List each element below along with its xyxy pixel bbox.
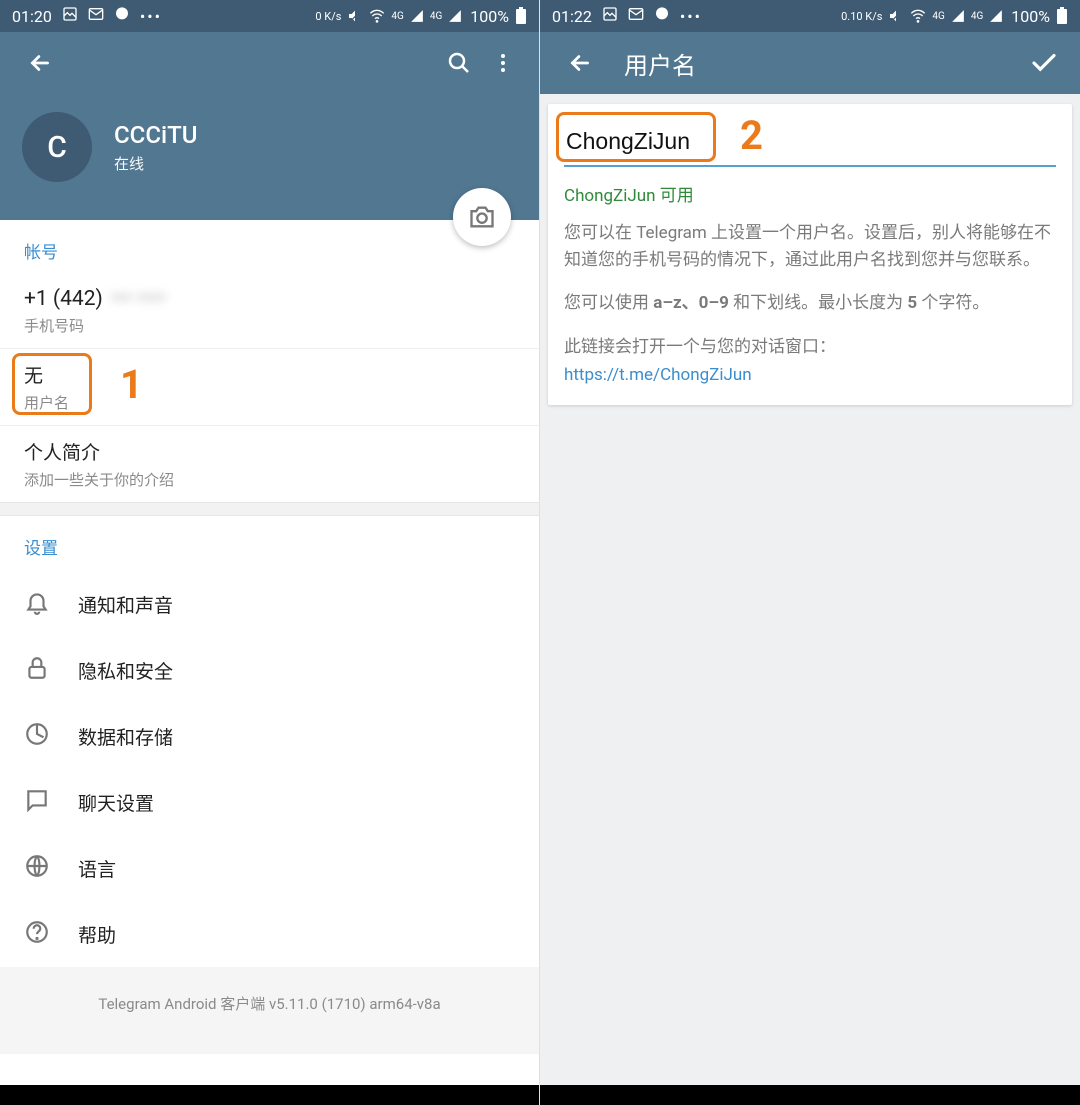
search-button[interactable] — [437, 41, 481, 85]
android-nav-bar — [540, 1085, 1080, 1105]
wifi-icon — [910, 8, 926, 24]
globe-icon — [24, 853, 50, 883]
signal-icon-2 — [989, 9, 1003, 23]
net-speed: 0.10 K/s — [841, 11, 882, 22]
settings-label: 数据和存储 — [78, 723, 173, 750]
status-bar: 01:20 ••• 0 K/s 4G 4G 100% — [0, 0, 539, 32]
settings-help[interactable]: 帮助 — [0, 901, 539, 967]
confirm-button[interactable] — [1022, 41, 1066, 85]
mute-icon — [347, 8, 363, 24]
info-text-1: 您可以在 Telegram 上设置一个用户名。设置后，别人将能够在不知道您的手机… — [564, 220, 1056, 274]
wifi-icon — [369, 8, 385, 24]
phone-prefix: +1 (442) — [24, 287, 103, 311]
phone-number-row[interactable]: +1 (442) ••• •••• 手机号码 — [0, 275, 539, 349]
settings-scroll[interactable]: 帐号 +1 (442) ••• •••• 手机号码 无 用户名 1 个人简介 添… — [0, 220, 539, 1085]
username-card: 2 ChongZiJun 可用 您可以在 Telegram 上设置一个用户名。设… — [548, 104, 1072, 405]
bio-caption: 添加一些关于你的介绍 — [24, 469, 515, 490]
hangouts-icon — [654, 6, 670, 26]
profile-link[interactable]: https://t.me/ChongZiJun — [564, 365, 752, 385]
signal-4g-2: 4G — [430, 11, 442, 22]
username-row[interactable]: 无 用户名 1 — [0, 349, 539, 426]
phone-hidden: ••• •••• — [111, 287, 166, 311]
section-header-settings: 设置 — [0, 516, 539, 571]
status-time: 01:20 — [12, 7, 52, 26]
settings-label: 隐私和安全 — [78, 657, 173, 684]
version-footer: Telegram Android 客户端 v5.11.0 (1710) arm6… — [0, 967, 539, 1054]
net-speed: 0 K/s — [315, 11, 341, 22]
gallery-icon — [62, 6, 78, 26]
username-value: 无 — [24, 361, 515, 388]
signal-4g-1: 4G — [932, 11, 944, 22]
android-nav-bar — [0, 1085, 539, 1105]
more-menu-button[interactable] — [481, 41, 525, 85]
hangouts-icon — [114, 6, 130, 26]
signal-icon-1 — [951, 9, 965, 23]
bio-label: 个人简介 — [24, 438, 515, 465]
settings-language[interactable]: 语言 — [0, 835, 539, 901]
mail-icon — [628, 6, 644, 26]
page-title: 用户名 — [624, 46, 696, 81]
profile-status: 在线 — [114, 153, 197, 174]
settings-chat[interactable]: 聊天设置 — [0, 769, 539, 835]
status-bar: 01:22 ••• 0.10 K/s 4G 4G 100% — [540, 0, 1080, 32]
settings-data[interactable]: 数据和存储 — [0, 703, 539, 769]
status-time: 01:22 — [552, 7, 592, 26]
change-photo-button[interactable] — [453, 188, 511, 246]
back-button[interactable] — [18, 41, 62, 85]
settings-privacy[interactable]: 隐私和安全 — [0, 637, 539, 703]
username-caption: 用户名 — [24, 392, 515, 413]
chat-icon — [24, 787, 50, 817]
availability-text: ChongZiJun 可用 — [564, 181, 1056, 206]
help-icon — [24, 919, 50, 949]
battery-pct: 100% — [470, 7, 509, 26]
lock-icon — [24, 655, 50, 685]
signal-icon-2 — [448, 9, 462, 23]
profile-name: CCCiTU — [114, 121, 197, 149]
phone-caption: 手机号码 — [24, 315, 515, 336]
signal-4g-1: 4G — [391, 11, 403, 22]
settings-label: 帮助 — [78, 921, 116, 948]
more-icon: ••• — [140, 7, 162, 26]
username-input[interactable] — [564, 122, 1056, 167]
phone-left-settings: 01:20 ••• 0 K/s 4G 4G 100% — [0, 0, 540, 1105]
signal-4g-2: 4G — [971, 11, 983, 22]
bell-icon — [24, 589, 50, 619]
battery-icon — [515, 7, 527, 25]
settings-label: 聊天设置 — [78, 789, 154, 816]
info-text-2: 您可以使用 a–z、0–9 和下划线。最小长度为 5 个字符。 — [564, 290, 1056, 317]
settings-notifications[interactable]: 通知和声音 — [0, 571, 539, 637]
info-text-3: 此链接会打开一个与您的对话窗口： — [564, 334, 1056, 361]
app-bar: 用户名 — [540, 32, 1080, 94]
divider — [0, 502, 539, 516]
profile-header: C CCCiTU 在线 — [0, 94, 539, 220]
more-icon: ••• — [680, 7, 702, 26]
settings-label: 通知和声音 — [78, 591, 173, 618]
phone-right-username: 01:22 ••• 0.10 K/s 4G 4G 100% 用户名 — [540, 0, 1080, 1105]
mute-icon — [888, 8, 904, 24]
battery-pct: 100% — [1011, 7, 1050, 26]
mail-icon — [88, 6, 104, 26]
avatar[interactable]: C — [22, 112, 92, 182]
data-icon — [24, 721, 50, 751]
bio-row[interactable]: 个人简介 添加一些关于你的介绍 — [0, 426, 539, 502]
gallery-icon — [602, 6, 618, 26]
settings-label: 语言 — [78, 855, 116, 882]
app-bar — [0, 32, 539, 94]
battery-icon — [1056, 7, 1068, 25]
back-button[interactable] — [558, 41, 602, 85]
signal-icon-1 — [410, 9, 424, 23]
